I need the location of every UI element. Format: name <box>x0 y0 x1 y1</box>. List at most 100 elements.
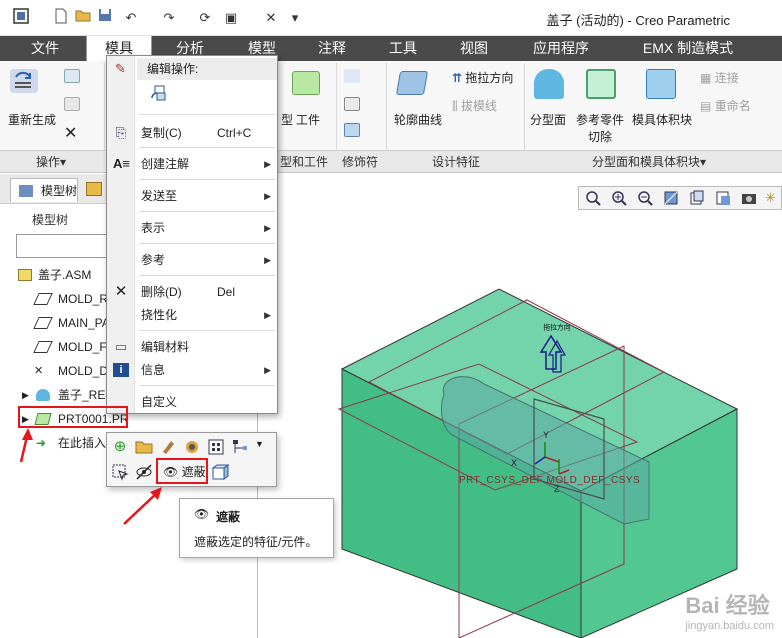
customize-toolbar-icon[interactable]: ▾ <box>286 8 304 28</box>
shrink-icon[interactable] <box>344 123 360 137</box>
workpiece-label[interactable]: 工件 <box>296 111 320 128</box>
redo-icon[interactable]: ↷ <box>160 8 178 28</box>
zoom-out-icon[interactable] <box>637 190 653 206</box>
close-window-icon[interactable]: ✕ <box>262 8 280 28</box>
connect-button[interactable]: ▦ 连接 <box>700 69 739 86</box>
paste-small-icon[interactable] <box>64 97 80 111</box>
pattern-grid-icon[interactable] <box>207 438 225 456</box>
menu-item-edit-material[interactable]: ▭ 编辑材料 <box>107 336 277 358</box>
parting-group-label[interactable]: 分型面和模具体积块▾ <box>592 153 706 170</box>
tree-item-label: MAIN_PA <box>58 316 110 330</box>
modifier-group-label[interactable]: 修饰符 <box>342 153 378 170</box>
color-palette-icon[interactable] <box>183 438 201 456</box>
ref-part-cut-icon[interactable] <box>586 69 616 99</box>
context-menu-header: 编辑操作: <box>147 62 199 76</box>
appearance-icon[interactable] <box>159 438 177 456</box>
tree-item-label: 盖子.ASM <box>38 268 92 282</box>
camera-icon[interactable] <box>741 190 757 206</box>
drag-arrows-icon[interactable] <box>344 69 360 83</box>
pattern-icon[interactable] <box>344 97 360 111</box>
select-component-icon[interactable] <box>111 463 129 481</box>
menu-item-delete[interactable]: ✕ 删除(D) Del <box>107 281 277 303</box>
save-icon[interactable] <box>96 8 114 28</box>
repaint-icon[interactable] <box>663 190 679 206</box>
tab-applications[interactable]: 应用程序 <box>516 36 606 61</box>
drag-direction-button[interactable]: ⇈ 拖拉方向 <box>452 69 513 86</box>
baidu-watermark: Bai 经验 jingyan.baidu.com <box>685 588 774 632</box>
ref-part-cut-label-1[interactable]: 参考零件 <box>576 111 624 128</box>
menu-item-copy[interactable]: ⎘ 复制(C) Ctrl+C <box>107 122 277 144</box>
mini-toolbar-dropdown-icon[interactable]: ▼ <box>255 439 264 449</box>
parting-surface-label[interactable]: 分型面 <box>530 111 566 128</box>
display-style-icon[interactable] <box>689 190 705 206</box>
design-features-group-label[interactable]: 设计特征 <box>432 153 480 170</box>
mold-volume-icon[interactable] <box>646 69 676 99</box>
tooltip-title: 遮蔽 <box>216 510 241 524</box>
menu-item-create-annotation[interactable]: A≡ 创建注解 ▶ <box>107 153 277 175</box>
tab-tools[interactable]: 工具 <box>372 36 434 61</box>
ref-part-cut-label-2[interactable]: 切除 <box>588 128 612 145</box>
datum-plane-icon <box>33 293 53 305</box>
sketch-curve-icon[interactable] <box>395 71 429 95</box>
edit-definition-icon[interactable] <box>149 84 167 102</box>
menu-item-label: 删除(D) <box>141 285 182 299</box>
model-group-label[interactable]: 型和工件 <box>280 153 328 170</box>
app-icon[interactable] <box>12 8 30 28</box>
context-menu: ✎ 编辑操作: ⎘ 复制(C) Ctrl+C A≡ 创建注解 ▶ 发送至 ▶ 表… <box>106 55 278 414</box>
model-tree-tab-icon <box>19 185 33 197</box>
menu-item-label: 创建注解 <box>141 157 190 171</box>
assembly-box-icon[interactable] <box>211 463 230 481</box>
csys-select-icon[interactable]: ⊕ <box>111 438 129 456</box>
hierarchy-icon[interactable] <box>231 438 249 456</box>
tab-view[interactable]: 视图 <box>444 36 504 61</box>
undo-icon[interactable]: ↶ <box>122 8 140 28</box>
regenerate-small-icon[interactable]: ⟳ <box>196 8 214 28</box>
expand-arrow-icon[interactable]: ▶ <box>22 384 29 406</box>
window-title: 盖子 (活动的) - Creo Parametric <box>546 13 730 28</box>
zoom-fit-icon[interactable] <box>585 190 601 206</box>
open-part-icon[interactable] <box>135 438 153 456</box>
tree-item-label: MOLD_F <box>58 340 107 354</box>
saved-views-icon[interactable] <box>715 190 731 206</box>
datum-display-icon[interactable]: ✳ <box>765 190 781 206</box>
graphics-window[interactable]: 拖拉方向 PRT_CSYS_DEF MOLD_DEF_CSYS X Y Z <box>259 174 782 638</box>
rename-button[interactable]: ▤ 重命名 <box>700 97 751 114</box>
draft-line-label: 拔模线 <box>460 99 497 113</box>
menu-item-reference[interactable]: 参考 ▶ <box>107 249 277 271</box>
draft-line-button[interactable]: ⫼ 拔模线 <box>452 97 497 114</box>
menu-item-send-to[interactable]: 发送至 ▶ <box>107 185 277 207</box>
submenu-arrow-icon: ▶ <box>264 159 271 169</box>
tab-annotate[interactable]: 注释 <box>302 36 362 61</box>
sketch-curve-label[interactable]: 轮廓曲线 <box>394 111 442 128</box>
model-tree-title: 模型树 <box>32 213 69 227</box>
datum-plane-icon <box>33 317 53 329</box>
menu-item-info[interactable]: i 信息 ▶ <box>107 359 277 381</box>
new-file-icon[interactable] <box>52 8 70 28</box>
mold-volume-label[interactable]: 模具体积块 <box>632 111 692 128</box>
highlight-box-hide-button <box>156 458 208 484</box>
tab-file[interactable]: 文件 <box>14 36 76 61</box>
hide-eye-icon[interactable] <box>135 463 153 481</box>
axis-x-label: X <box>511 458 518 468</box>
regenerate-label[interactable]: 重新生成 <box>8 111 56 128</box>
view-toolbar: ✳ <box>578 186 782 210</box>
open-folder-icon[interactable] <box>74 8 92 28</box>
workpiece-icon[interactable] <box>292 71 320 95</box>
menu-item-customize[interactable]: 自定义 <box>107 391 277 413</box>
hide-tooltip: 👁 遮蔽 遮蔽选定的特征/元件。 <box>179 498 334 558</box>
menu-item-label: 表示 <box>141 221 166 235</box>
tab-model-tree[interactable]: 模型树 <box>10 178 78 202</box>
menu-item-flexibility[interactable]: 挠性化 ▶ <box>107 304 277 326</box>
edit-material-icon: ▭ <box>114 339 128 354</box>
copy-small-icon[interactable] <box>64 69 80 83</box>
folder-browser-tab-icon[interactable] <box>86 182 102 196</box>
zoom-in-icon[interactable] <box>611 190 627 206</box>
menu-item-represent[interactable]: 表示 ▶ <box>107 217 277 239</box>
regenerate-icon[interactable] <box>10 69 38 93</box>
operations-group-label[interactable]: 操作▾ <box>36 153 66 170</box>
highlight-box-prt0001 <box>18 406 128 428</box>
windows-icon[interactable]: ▣ <box>222 8 240 28</box>
delete-x-icon[interactable]: ✕ <box>64 123 77 143</box>
tab-emx[interactable]: EMX 制造模式 <box>618 36 758 61</box>
parting-surface-icon[interactable] <box>534 69 564 99</box>
